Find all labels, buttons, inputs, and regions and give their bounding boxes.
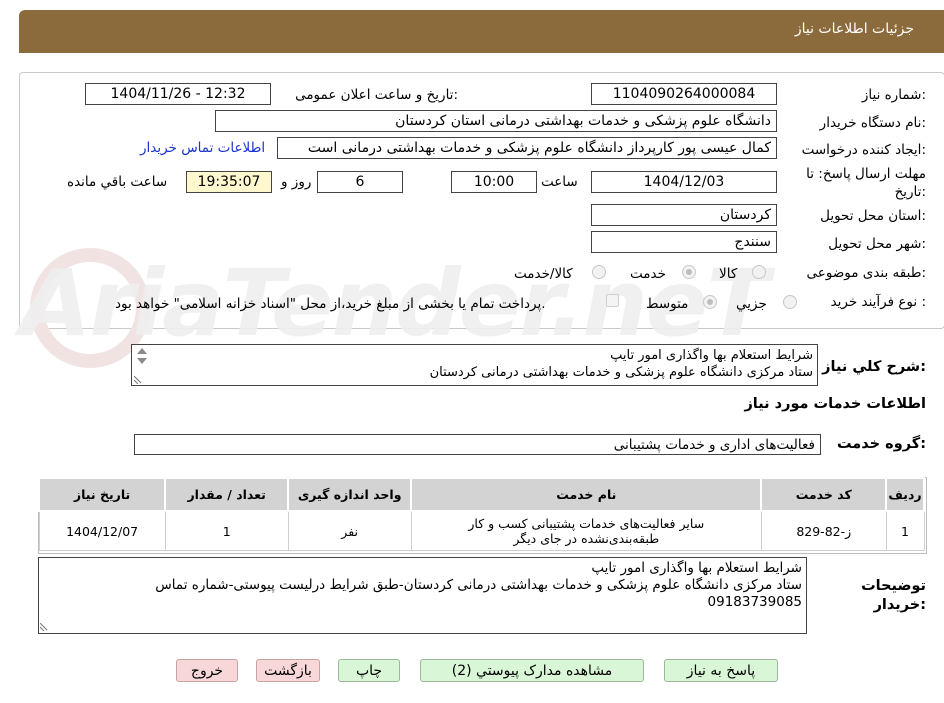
print-button[interactable]: چاپ: [338, 659, 400, 682]
reply-button[interactable]: پاسخ به نیاز: [664, 659, 778, 682]
deadline-label-2: تاریخ:: [894, 184, 926, 200]
creator-label: ایجاد کننده درخواست:: [801, 142, 926, 158]
col-code: کد خدمت: [760, 477, 888, 512]
announce-date-label: تاریخ و ساعت اعلان عمومی:: [295, 87, 458, 103]
row-name-line-1: سایر فعالیت‌های خدمات پشتیبانی کسب و کار: [468, 516, 705, 531]
service-group-field: فعالیت‌های اداری و خدمات پشتیبانی: [134, 434, 821, 455]
back-button[interactable]: بازگشت: [256, 659, 320, 682]
buyer-notes-line-1: شرایط استعلام بها واگذاری امور تایپ: [591, 560, 802, 576]
resize-grip-icon[interactable]: [40, 623, 48, 631]
category-goods-service-label: کالا/خدمت: [514, 266, 573, 282]
province-field: کردستان: [591, 204, 777, 226]
col-unit: واحد اندازه گیری: [287, 477, 413, 512]
process-medium-label: متوسط: [646, 296, 689, 312]
need-number-label: شماره نیاز:: [861, 87, 926, 103]
service-group-label: گروه خدمت:: [836, 436, 926, 452]
category-service-radio[interactable]: [682, 265, 696, 279]
resize-grip-icon[interactable]: [134, 376, 142, 384]
description-line-2: ستاد مرکزی دانشگاه علوم پزشکی و خدمات به…: [429, 365, 813, 380]
buyer-notes-line-2: ستاد مرکزی دانشگاه علوم پزشکی و خدمات به…: [155, 577, 802, 593]
scroll-arrows-icon[interactable]: [134, 346, 150, 366]
col-qty: تعداد / مقدار: [164, 477, 290, 512]
buyer-notes-label: توضیحات: [861, 578, 926, 594]
category-goods-radio[interactable]: [752, 265, 766, 279]
process-label: نوع فرآیند خرید :: [830, 294, 926, 310]
treasury-payment-note: پرداخت تمام یا بخشی از مبلغ خرید،از محل …: [115, 296, 546, 312]
creator-field: کمال عیسی پور کارپرداز دانشگاه علوم پزشک…: [277, 137, 777, 159]
process-small-radio[interactable]: [783, 295, 797, 309]
description-label: شرح کلي نیاز:: [822, 359, 926, 375]
buyer-contact-link[interactable]: اطلاعات تماس خریدار: [140, 140, 265, 156]
days-label: روز و: [281, 174, 312, 190]
city-label: شهر محل تحویل:: [828, 236, 926, 252]
description-line-1: شرایط استعلام بها واگذاری امور تایپ: [610, 348, 813, 363]
row-unit: نفر: [287, 510, 412, 551]
row-index: 1: [885, 510, 925, 551]
buyer-notes-line-3: 09183739085: [707, 594, 802, 610]
row-name-line-2: طبقه‌بندی‌نشده در جای دیگر: [513, 531, 660, 546]
col-name: نام خدمت: [410, 477, 763, 512]
row-code: ز-82-829: [760, 510, 887, 551]
category-service-label: خدمت: [630, 266, 666, 282]
deadline-label: مهلت ارسال پاسخ: تا: [806, 166, 926, 182]
treasury-payment-checkbox[interactable]: [606, 294, 619, 307]
city-field: سنندج: [591, 231, 777, 253]
category-goods-label: کالا: [719, 266, 738, 282]
row-name: سایر فعالیت‌های خدمات پشتیبانی کسب و کار…: [410, 510, 762, 551]
process-small-label: جزیي: [736, 296, 767, 312]
view-attachments-button[interactable]: مشاهده مدارک پیوستي (2): [420, 659, 644, 682]
remaining-time-label: ساعت باقي مانده: [67, 174, 168, 190]
buyer-notes-textarea[interactable]: شرایط استعلام بها واگذاری امور تایپ ستاد…: [38, 557, 807, 634]
description-textarea[interactable]: شرایط استعلام بها واگذاری امور تایپ ستاد…: [131, 344, 818, 386]
category-goods-service-radio[interactable]: [592, 265, 606, 279]
process-medium-radio[interactable]: [703, 295, 717, 309]
col-index: ردیف: [885, 477, 925, 512]
province-label: استان محل تحویل:: [820, 208, 926, 224]
announce-date-field: 1404/11/26 - 12:32: [85, 83, 271, 105]
page-header: جزئیات اطلاعات نیاز: [19, 10, 944, 53]
need-number-field: 1104090264000084: [591, 83, 777, 105]
buyer-org-field: دانشگاه علوم پزشکی و خدمات بهداشتی درمان…: [215, 110, 777, 132]
remaining-days-field: 6: [317, 171, 403, 193]
row-qty: 1: [164, 510, 289, 551]
deadline-time-field: 10:00: [451, 171, 537, 193]
exit-button[interactable]: خروج: [176, 659, 238, 682]
row-date: 1404/12/07: [38, 510, 166, 551]
buyer-org-label: نام دستگاه خریدار:: [819, 115, 926, 131]
category-label: طبقه بندی موضوعی:: [806, 265, 926, 281]
deadline-date-field: 1404/12/03: [591, 171, 777, 193]
buyer-notes-label-2: خریدار:: [873, 597, 926, 613]
table-header-row: ردیف کد خدمت نام خدمت واحد اندازه گیری ت…: [37, 477, 925, 512]
remaining-time-field: 19:35:07: [186, 171, 272, 193]
page-title: جزئیات اطلاعات نیاز: [794, 21, 914, 37]
col-date: تاریخ نیاز: [37, 477, 167, 512]
table-row: 1 ز-82-829 سایر فعالیت‌های خدمات پشتیبان…: [38, 510, 925, 551]
deadline-hour-label: ساعت: [541, 174, 578, 190]
services-section-title: اطلاعات خدمات مورد نیاز: [744, 396, 926, 412]
services-table: ردیف کد خدمت نام خدمت واحد اندازه گیری ت…: [37, 477, 925, 551]
